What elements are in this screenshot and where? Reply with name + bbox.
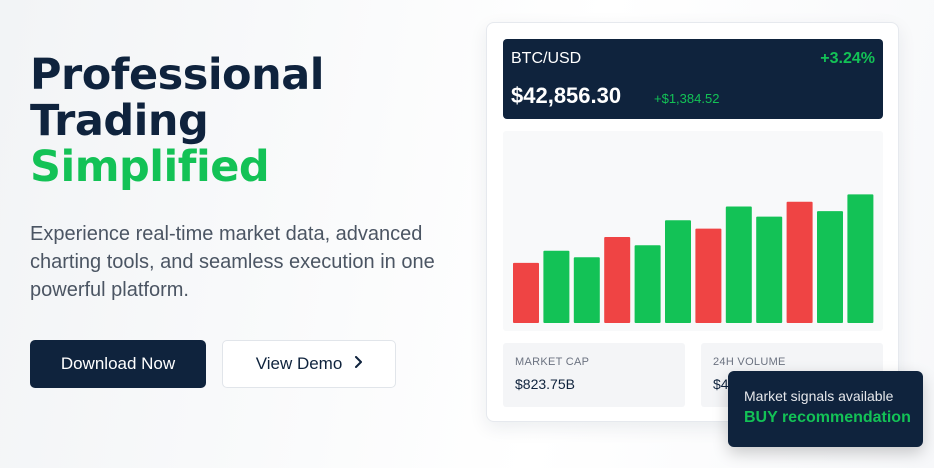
ticker-change-amount: +$1,384.52 (654, 91, 720, 106)
chart-bar-4 (604, 237, 631, 323)
ticker-change-percent: +3.24% (820, 50, 875, 67)
hero-title-line1: Professional (30, 50, 324, 100)
download-now-button[interactable]: Download Now (30, 340, 206, 388)
ticker-panel: BTC/USD +3.24% $42,856.30 +$1,384.52 (503, 39, 883, 119)
chart-bar-2 (543, 250, 570, 323)
hero-title-accent: Simplified (30, 142, 270, 192)
market-cap-value: $823.75B (515, 376, 575, 392)
market-cap-stat: MARKET CAP $823.75B (503, 343, 685, 407)
signal-toast[interactable]: Market signals available BUY recommendat… (728, 371, 923, 447)
hero-section: Professional Trading Simplified Experien… (30, 52, 470, 388)
chart-bar-3 (573, 257, 600, 323)
chart-bar-1 (513, 262, 539, 323)
chart-bar-10 (786, 201, 813, 323)
chart-bar-6 (665, 220, 691, 323)
chart-bar-12 (847, 194, 874, 323)
chart-bar-9 (756, 216, 783, 323)
chart-bar-8 (725, 206, 752, 323)
ticker-price: $42,856.30 (511, 83, 622, 108)
chart-bar-11 (817, 211, 843, 323)
toast-message: Market signals available (744, 388, 894, 404)
chart-bar-5 (634, 245, 661, 323)
chart-bar-7 (695, 228, 722, 323)
chevron-right-icon (354, 355, 363, 373)
market-card: BTC/USD +3.24% $42,856.30 +$1,384.52 MAR… (486, 22, 899, 422)
hero-buttons: Download Now View Demo (30, 340, 396, 388)
price-chart (503, 131, 883, 331)
volume-value: $4 (713, 376, 729, 392)
hero-title: Professional Trading Simplified (30, 52, 470, 190)
view-demo-label: View Demo (255, 354, 343, 373)
price-chart-svg (513, 194, 874, 323)
view-demo-button[interactable]: View Demo (222, 340, 396, 388)
hero-title-line2: Trading (30, 96, 209, 146)
hero-subtitle: Experience real-time market data, advanc… (30, 223, 435, 301)
ticker-pair: BTC/USD (511, 50, 582, 67)
toast-recommendation: BUY recommendation (744, 409, 911, 426)
market-cap-label: MARKET CAP (515, 356, 590, 368)
volume-label: 24H VOLUME (713, 356, 786, 368)
